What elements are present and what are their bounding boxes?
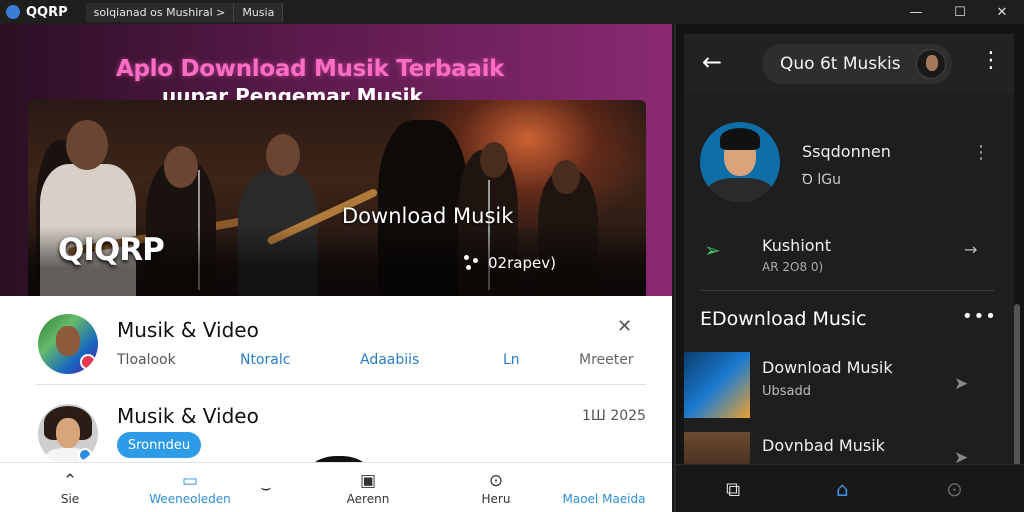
- banner-meta-text: 02rapev): [488, 254, 556, 272]
- hero-title: Aplo Download Musik Terbaaik: [116, 56, 505, 82]
- nav-library-icon[interactable]: ⧉: [726, 477, 740, 501]
- musician-head: [552, 160, 580, 194]
- share-icon[interactable]: [464, 255, 480, 271]
- musician-head: [66, 120, 108, 170]
- avatar[interactable]: [38, 314, 98, 374]
- avatar[interactable]: [916, 49, 946, 79]
- bottom-navigation: ⌃ Sie ▭ Weeneoleden ⌣ ▣ Aerenn ⊙ Heru Ma…: [0, 462, 672, 512]
- nav-circle-icon[interactable]: ⊙: [946, 477, 963, 501]
- app-logo-icon: [6, 5, 20, 19]
- back-arrow-icon[interactable]: ←: [702, 48, 722, 76]
- list-item-title: Musik & Video: [117, 404, 259, 428]
- library-icon: ⌣: [260, 478, 272, 498]
- close-window-icon[interactable]: ✕: [982, 0, 1022, 24]
- avatar[interactable]: [38, 404, 98, 464]
- verified-badge-icon: [78, 448, 92, 462]
- inbox-icon: ▣: [359, 471, 377, 491]
- musician-head: [164, 146, 198, 188]
- tab-main[interactable]: solqianad os Mushiral >: [85, 2, 235, 22]
- more-horizontal-icon[interactable]: •••: [962, 306, 997, 327]
- more-vertical-icon[interactable]: ⋮: [980, 48, 1002, 73]
- banner-caption: Download Musik: [342, 204, 514, 228]
- list-item[interactable]: Musik & Video ✕ Tloalook Ntoralc Adaabii…: [0, 296, 672, 386]
- banner-logo: QIQRP: [58, 232, 165, 268]
- list-item-title[interactable]: Kushiont: [762, 236, 831, 255]
- divider: [700, 290, 994, 291]
- row-link[interactable]: Tloalook: [117, 352, 176, 368]
- window-titlebar: QQRP solqianad os Mushiral > Musia — ☐ ✕: [0, 0, 1024, 24]
- list-item-title: Musik & Video: [117, 318, 259, 342]
- search-bar[interactable]: Quo 6t Muskis: [762, 44, 952, 84]
- nav-label: Sie: [60, 492, 80, 506]
- nav-item-home[interactable]: ⌃ Sie: [20, 463, 120, 512]
- hero-banner-image[interactable]: Download Musik QIQRP 02rapev): [28, 100, 646, 296]
- album-thumbnail[interactable]: [684, 352, 750, 418]
- row-link[interactable]: Ln: [503, 352, 520, 368]
- notification-badge-icon: [80, 354, 96, 370]
- hero-section: Aplo Download Musik Terbaaik uupar Penge…: [0, 24, 672, 296]
- arrow-right-icon[interactable]: →: [964, 240, 977, 259]
- profile-avatar[interactable]: [700, 122, 780, 202]
- content-panel: Ssqdonnen Ꝺ lGu ⋮ ➢ Kushiont AR 2O8 0) →…: [684, 94, 1020, 504]
- nav-label: Heru: [481, 492, 511, 506]
- musician-head: [266, 134, 300, 176]
- bottom-navigation: ⧉ ⌂ ⊙: [676, 464, 1024, 512]
- send-icon: ➢: [704, 238, 721, 262]
- close-icon[interactable]: ✕: [617, 316, 632, 337]
- row-link[interactable]: Ntoralc: [240, 352, 290, 368]
- profile-name: Ssqdonnen: [802, 142, 891, 161]
- search-label: Quo 6t Muskis: [780, 54, 901, 74]
- tab-music[interactable]: Musia: [234, 2, 284, 22]
- list-item-subtitle: Ubsadd: [762, 384, 812, 399]
- minimize-icon[interactable]: —: [896, 0, 936, 24]
- section-title: EDownload Music: [700, 308, 867, 330]
- app-name: QQRP: [26, 4, 68, 20]
- profile-subtitle: Ꝺ lGu: [802, 172, 841, 188]
- musician-head: [480, 142, 508, 178]
- nav-item-library[interactable]: ⌣: [216, 463, 316, 512]
- nav-label: Maoel Maeida: [562, 492, 646, 506]
- nav-item-media[interactable]: Maoel Maeida: [554, 463, 654, 512]
- nav-label: Aerenn: [346, 492, 390, 506]
- nav-item-notifications[interactable]: ▣ Aerenn: [318, 463, 418, 512]
- banner-meta: 02rapev): [464, 254, 556, 272]
- list-item-title[interactable]: Download Musik: [762, 358, 893, 377]
- top-app-bar: ← Quo 6t Muskis ⋮: [684, 34, 1014, 94]
- list-item-subtitle: AR 2O8 0): [762, 260, 824, 274]
- more-vertical-icon[interactable]: ⋮: [972, 142, 990, 163]
- nav-home-icon[interactable]: ⌂: [836, 477, 849, 501]
- row-link[interactable]: Mreeter: [579, 352, 634, 368]
- list-item-title[interactable]: Dovnbad Musik: [762, 436, 885, 455]
- right-app-panel: ← Quo 6t Muskis ⋮ Ssqdonnen Ꝺ lGu ⋮ ➢ Ku…: [674, 24, 1024, 512]
- divider: [36, 384, 646, 385]
- left-app-panel: Aplo Download Musik Terbaaik uupar Penge…: [0, 24, 672, 512]
- nav-item-menu[interactable]: ⊙ Heru: [446, 463, 546, 512]
- circle-icon: ⊙: [488, 471, 504, 491]
- download-icon: ▭: [181, 471, 199, 491]
- play-icon[interactable]: ➤: [954, 374, 968, 394]
- row-link[interactable]: Adaabiis: [360, 352, 419, 368]
- maximize-icon[interactable]: ☐: [940, 0, 980, 24]
- chevron-up-icon: ⌃: [62, 471, 78, 491]
- list-item-date: 1Ш 2025: [582, 408, 646, 424]
- action-button[interactable]: Sronndeu: [117, 432, 201, 458]
